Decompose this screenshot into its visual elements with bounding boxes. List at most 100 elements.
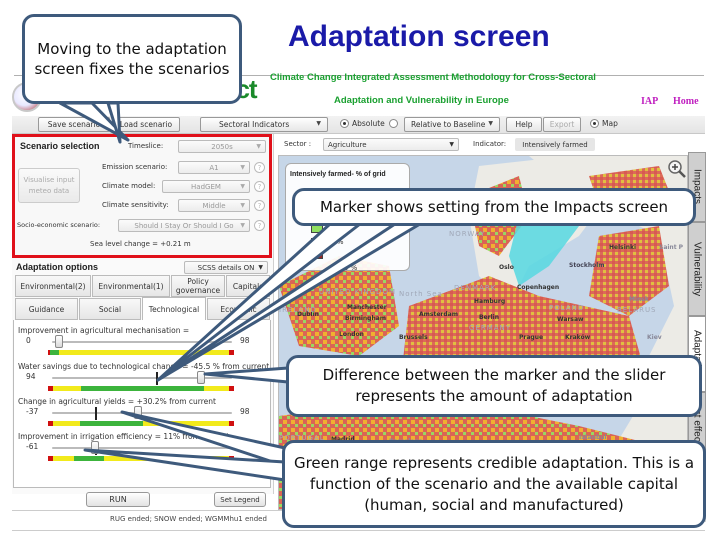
country-label: DENMARK bbox=[454, 284, 497, 292]
city-label: Helsinki bbox=[609, 244, 637, 251]
chevron-down-icon: ▼ bbox=[488, 120, 493, 127]
indicator-type-select[interactable]: Sectoral Indicators ▼ bbox=[200, 117, 328, 132]
city-label: Berlin bbox=[479, 314, 499, 321]
socio-economic-select[interactable]: Should I Stay Or Should I Go ▼ bbox=[118, 219, 250, 232]
country-label: NORWAY bbox=[449, 230, 486, 238]
callout-fix-scenarios: Moving to the adaptation screen fixes th… bbox=[22, 14, 242, 104]
indicator-select[interactable]: Intensively farmed bbox=[515, 138, 595, 151]
bar-limit-max bbox=[229, 350, 234, 355]
country-label: POLAND bbox=[549, 304, 585, 312]
tab-environmental-1[interactable]: Environmental(1) bbox=[92, 275, 170, 297]
scenario-selection-title: Scenario selection bbox=[20, 141, 100, 151]
impacts-marker bbox=[95, 407, 98, 420]
legend-title: Intensively farmed- % of grid bbox=[290, 171, 386, 178]
city-label: Brussels bbox=[399, 334, 428, 341]
help-icon[interactable]: ? bbox=[254, 181, 265, 192]
city-label: Saint P bbox=[659, 244, 684, 251]
legend-swatch bbox=[311, 225, 323, 233]
sector-select[interactable]: Agriculture ▼ bbox=[323, 138, 459, 151]
legend-label: 100 % bbox=[335, 264, 358, 272]
credibility-bar bbox=[48, 386, 234, 391]
sea-level-change: Sea level change = +0.21 m bbox=[90, 240, 191, 248]
credible-range bbox=[74, 456, 104, 461]
chevron-down-icon: ▼ bbox=[256, 143, 261, 150]
legend-label: 25% bbox=[328, 225, 344, 233]
tab-social[interactable]: Social bbox=[79, 298, 141, 320]
slider-track[interactable] bbox=[52, 341, 232, 343]
sector-value: Agriculture bbox=[328, 140, 367, 149]
tab-technological[interactable]: Technological bbox=[142, 297, 206, 321]
country-label: IRELAND bbox=[279, 306, 317, 314]
tab-guidance[interactable]: Guidance bbox=[15, 298, 78, 320]
zoom-in-icon[interactable] bbox=[668, 160, 686, 178]
chevron-down-icon: ▼ bbox=[240, 164, 245, 171]
city-label: Minsk bbox=[629, 296, 649, 303]
tab-policy-governance[interactable]: Policy governance bbox=[171, 275, 225, 297]
callout-green-range: Green range represents credible adaptati… bbox=[282, 440, 706, 528]
city-label: Warsaw bbox=[557, 316, 584, 323]
credible-range bbox=[79, 421, 143, 426]
city-label: Manchester bbox=[347, 304, 387, 311]
legend-swatch bbox=[311, 251, 323, 259]
emission-scenario-value: A1 bbox=[209, 163, 219, 172]
side-tab-vulnerability[interactable]: Vulnerability bbox=[688, 222, 706, 316]
chevron-down-icon: ▼ bbox=[449, 141, 454, 148]
emission-scenario-select[interactable]: A1 ▼ bbox=[178, 161, 250, 174]
absolute-radio[interactable]: Absolute bbox=[340, 119, 385, 128]
help-icon[interactable]: ? bbox=[254, 200, 265, 211]
tab-environmental-2[interactable]: Environmental(2) bbox=[15, 275, 91, 297]
run-button[interactable]: RUN bbox=[86, 492, 150, 507]
tagline-line2: Adaptation and Vulnerability in Europe bbox=[334, 95, 509, 106]
iap-link[interactable]: IAP bbox=[641, 96, 658, 107]
help-icon[interactable]: ? bbox=[254, 220, 265, 231]
details-value: SCSS details ON bbox=[197, 263, 255, 272]
city-label: Kiev bbox=[647, 334, 662, 341]
slider-label: Change in agricultural yields = +30.2% f… bbox=[18, 397, 216, 406]
socio-economic-label: Socio-economic scenario: bbox=[17, 221, 101, 229]
slider-track[interactable] bbox=[52, 447, 232, 449]
slider-thumb[interactable] bbox=[134, 406, 143, 419]
visualise-meteo-button[interactable]: Visualise input meteo data bbox=[18, 168, 80, 203]
climate-sensitivity-value: Middle bbox=[202, 201, 226, 210]
legend-swatch bbox=[311, 238, 323, 246]
radio-selected-icon bbox=[590, 119, 599, 128]
city-label: Oslo bbox=[499, 264, 514, 271]
relative-baseline-value: Relative to Baseline bbox=[411, 120, 486, 129]
relative-radio[interactable] bbox=[389, 119, 401, 128]
indicator-label: Indicator: bbox=[473, 140, 507, 148]
slider-min: -61 bbox=[26, 442, 39, 451]
set-legend-button[interactable]: Set Legend bbox=[214, 492, 266, 507]
save-scenario-button[interactable]: Save scenario bbox=[38, 117, 110, 132]
tab-capitals[interactable]: Capitals bbox=[226, 275, 270, 297]
load-scenario-button[interactable]: Load scenario bbox=[112, 117, 180, 132]
city-label: London bbox=[339, 331, 364, 338]
timeslice-label: Timeslice: bbox=[128, 142, 164, 150]
home-link[interactable]: Home bbox=[673, 96, 699, 107]
bar-limit-max bbox=[229, 421, 234, 426]
climate-sensitivity-select[interactable]: Middle ▼ bbox=[178, 199, 250, 212]
map-radio[interactable]: Map bbox=[590, 119, 618, 128]
slider-thumb[interactable] bbox=[55, 335, 64, 348]
emission-scenario-label: Emission scenario: bbox=[102, 163, 168, 171]
city-label: Birmingham bbox=[345, 315, 387, 322]
help-icon[interactable]: ? bbox=[254, 162, 265, 173]
credible-range bbox=[81, 386, 205, 391]
tab-economic[interactable]: Economic bbox=[207, 298, 270, 320]
slider-thumb[interactable] bbox=[91, 441, 100, 454]
city-label: Hamburg bbox=[474, 298, 506, 305]
chevron-down-icon: ▼ bbox=[316, 120, 321, 127]
export-button[interactable]: Export bbox=[543, 117, 581, 132]
sector-label: Sector : bbox=[284, 140, 312, 148]
slider-label: Water savings due to technological chang… bbox=[18, 362, 270, 371]
slider-max: 98 bbox=[240, 407, 250, 416]
details-select[interactable]: SCSS details ON ▼ bbox=[184, 261, 268, 274]
relative-baseline-select[interactable]: Relative to Baseline ▼ bbox=[404, 117, 500, 132]
timeslice-select[interactable]: 2050s ▼ bbox=[178, 140, 266, 153]
absolute-radio-label: Absolute bbox=[352, 119, 385, 128]
help-button[interactable]: Help bbox=[506, 117, 542, 132]
slider-label: Improvement in irrigation efficiency = 1… bbox=[18, 432, 230, 441]
slider-thumb[interactable] bbox=[197, 371, 206, 384]
side-tab-label: Vulnerability bbox=[691, 241, 703, 297]
climate-model-select[interactable]: HadGEM ▼ bbox=[162, 180, 250, 193]
city-label: Amsterdam bbox=[419, 311, 458, 318]
